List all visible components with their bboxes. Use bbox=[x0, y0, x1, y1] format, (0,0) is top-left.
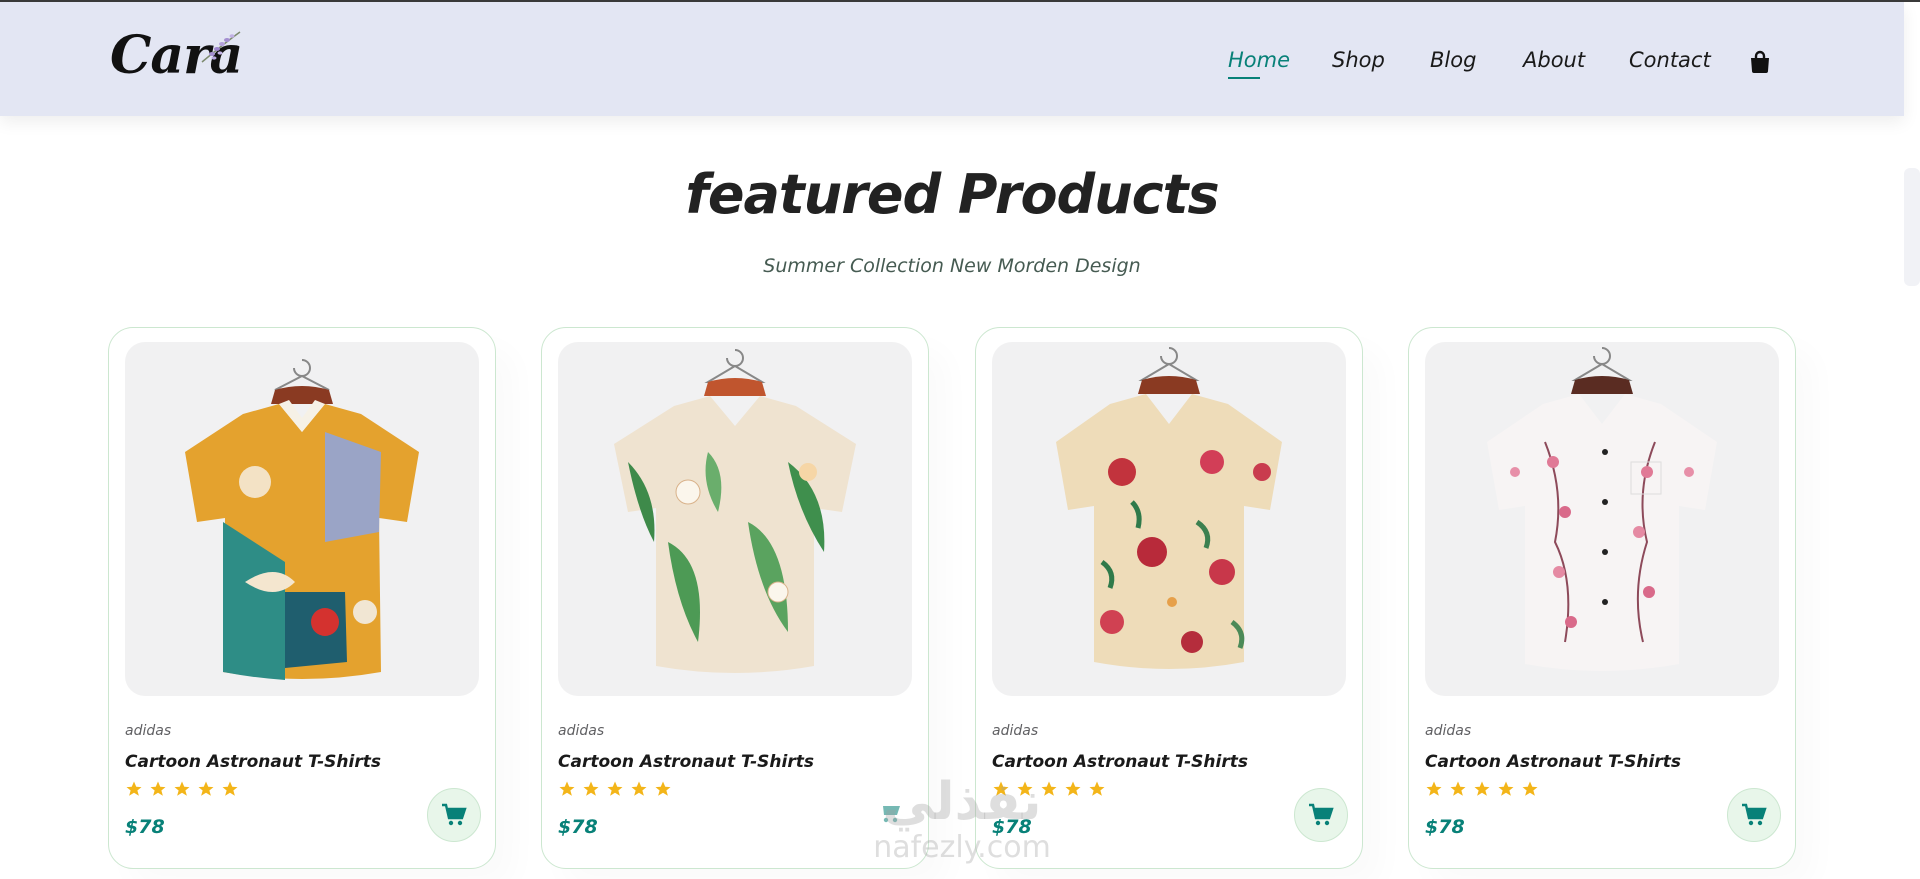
product-card[interactable]: adidas Cartoon Astronaut T-Shirts $78 bbox=[975, 327, 1363, 869]
scrollbar-thumb[interactable] bbox=[1904, 168, 1920, 286]
product-price: $78 bbox=[1425, 816, 1465, 838]
star-icon bbox=[1474, 781, 1490, 796]
tropical-leaf-shirt-icon bbox=[614, 349, 856, 673]
star-icon bbox=[631, 781, 647, 796]
add-to-cart-button[interactable] bbox=[1727, 788, 1781, 842]
star-icon bbox=[1426, 781, 1442, 796]
cart-icon bbox=[442, 803, 467, 826]
product-name: Cartoon Astronaut T-Shirts bbox=[1425, 752, 1681, 772]
product-card[interactable]: adidas Cartoon Astronaut T-Shirts $78 bbox=[108, 327, 496, 869]
main-nav: Home Shop Blog About Contact bbox=[0, 2, 1904, 116]
product-rating bbox=[1425, 780, 1539, 800]
product-image[interactable] bbox=[125, 342, 479, 696]
product-image[interactable] bbox=[558, 342, 912, 696]
star-icon bbox=[150, 781, 166, 796]
star-icon bbox=[126, 781, 142, 796]
star-icon bbox=[1522, 781, 1538, 796]
product-brand: adidas bbox=[992, 723, 1039, 739]
product-card[interactable]: adidas Cartoon Astronaut T-Shirts $78 bbox=[1408, 327, 1796, 869]
nav-home-link[interactable]: Home bbox=[1228, 46, 1290, 74]
star-icon bbox=[1041, 781, 1057, 796]
star-icon bbox=[1065, 781, 1081, 796]
cart-icon bbox=[1309, 803, 1334, 826]
product-price: $78 bbox=[125, 816, 165, 838]
add-to-cart-button[interactable] bbox=[1294, 788, 1348, 842]
product-rating bbox=[558, 780, 672, 800]
nav-blog-link[interactable]: Blog bbox=[1430, 46, 1476, 74]
section-title: featured Products bbox=[685, 163, 1219, 226]
add-to-cart-button[interactable] bbox=[427, 788, 481, 842]
star-icon bbox=[198, 781, 214, 796]
product-brand: adidas bbox=[1425, 723, 1472, 739]
nav-about-link[interactable]: About bbox=[1523, 46, 1585, 74]
product-price: $78 bbox=[558, 816, 598, 838]
product-image[interactable] bbox=[1425, 342, 1779, 696]
cart-icon bbox=[1742, 803, 1767, 826]
star-icon bbox=[993, 781, 1009, 796]
product-image[interactable] bbox=[992, 342, 1346, 696]
star-icon bbox=[607, 781, 623, 796]
floral-rose-shirt-icon bbox=[1056, 347, 1282, 669]
star-icon bbox=[1498, 781, 1514, 796]
product-price: $78 bbox=[992, 816, 1032, 838]
product-rating bbox=[125, 780, 239, 800]
product-card[interactable]: adidas Cartoon Astronaut T-Shirts $78 bbox=[541, 327, 929, 869]
product-name: Cartoon Astronaut T-Shirts bbox=[992, 752, 1248, 772]
nav-contact-link[interactable]: Contact bbox=[1629, 46, 1711, 74]
product-brand: adidas bbox=[125, 723, 172, 739]
star-icon bbox=[1089, 781, 1105, 796]
shopping-bag-icon[interactable] bbox=[1749, 50, 1771, 78]
product-brand: adidas bbox=[558, 723, 605, 739]
product-name: Cartoon Astronaut T-Shirts bbox=[558, 752, 814, 772]
star-icon bbox=[583, 781, 599, 796]
star-icon bbox=[655, 781, 671, 796]
star-icon bbox=[1450, 781, 1466, 796]
product-name: Cartoon Astronaut T-Shirts bbox=[125, 752, 381, 772]
star-icon bbox=[1017, 781, 1033, 796]
colorful-abstract-shirt-icon bbox=[185, 359, 419, 680]
nav-shop-link[interactable]: Shop bbox=[1332, 46, 1385, 74]
star-icon bbox=[174, 781, 190, 796]
star-icon bbox=[559, 781, 575, 796]
section-subtitle: Summer Collection New Morden Design bbox=[763, 255, 1141, 277]
product-rating bbox=[992, 780, 1106, 800]
pink-blossom-shirt-icon bbox=[1487, 347, 1717, 671]
nav-active-underline bbox=[1228, 77, 1260, 79]
star-icon bbox=[222, 781, 238, 796]
